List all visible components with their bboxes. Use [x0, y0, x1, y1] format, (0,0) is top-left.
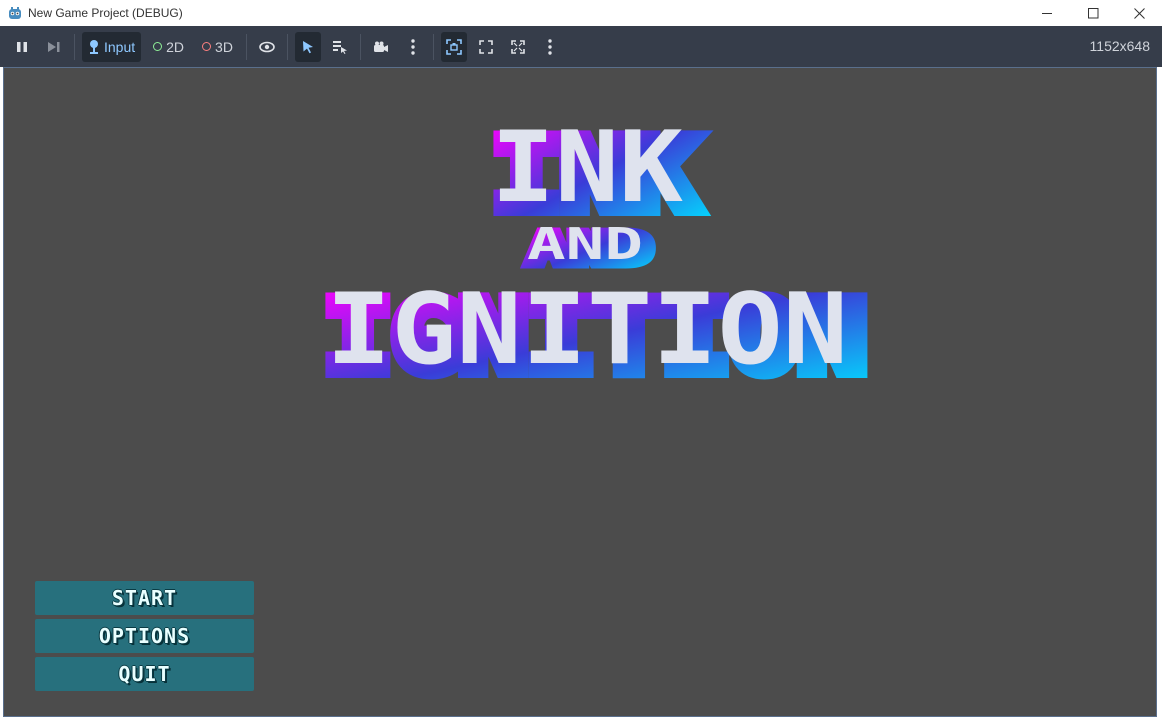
embed-game-button[interactable] [440, 31, 467, 62]
logo-line-ink: INK [491, 111, 683, 225]
keep-aspect-button[interactable] [505, 32, 531, 62]
window-title: New Game Project (DEBUG) [28, 6, 183, 20]
godot-app-icon [9, 7, 21, 19]
game-viewport-frame: INK INK AND AND IGNITION IGNITION START … [3, 67, 1157, 717]
pause-button[interactable] [9, 32, 35, 62]
input-mode-label: Input [104, 38, 136, 55]
mode-3d-label: 3D [215, 38, 233, 55]
cursor-arrow-icon [302, 40, 313, 53]
game-resolution-label: 1152x648 [1089, 38, 1150, 54]
joystick-icon [90, 39, 98, 54]
game-title-logo: INK INK AND AND IGNITION IGNITION [5, 69, 1155, 399]
list-select-icon [332, 40, 347, 54]
minimize-button[interactable] [1024, 0, 1070, 26]
close-button[interactable] [1116, 0, 1162, 26]
visibility-button[interactable] [254, 32, 280, 62]
logo-line-ignition: IGNITION [326, 273, 848, 387]
quit-button[interactable]: QUIT [35, 657, 254, 691]
pause-icon [17, 41, 27, 52]
aspect-ratio-icon [511, 39, 525, 54]
2d-node-icon [153, 42, 163, 51]
mode-2d-label: 2D [166, 38, 185, 55]
options-button[interactable]: OPTIONS [35, 619, 254, 653]
fullscreen-button[interactable] [473, 32, 499, 62]
toolbar-separator [359, 33, 361, 60]
mode-2d-button[interactable]: 2D [147, 32, 190, 62]
toolbar-separator [245, 33, 247, 60]
embed-window-icon [446, 38, 462, 55]
embed-options-menu-button[interactable] [537, 32, 563, 62]
game-viewport[interactable]: INK INK AND AND IGNITION IGNITION START … [5, 69, 1155, 715]
window-titlebar: New Game Project (DEBUG) [0, 0, 1162, 26]
minimize-icon [1041, 12, 1052, 14]
maximize-button[interactable] [1070, 0, 1116, 26]
select-mode-button[interactable] [294, 31, 321, 62]
logo-line-and: AND [527, 219, 643, 270]
input-mode-button[interactable]: Input [82, 31, 142, 62]
start-button[interactable]: START [35, 581, 254, 615]
3d-node-icon [202, 42, 212, 51]
camera-options-menu-button[interactable] [400, 32, 426, 62]
close-icon [1133, 7, 1145, 19]
game-debug-toolbar: Input 2D 3D 1152x648 [0, 26, 1162, 67]
expand-icon [479, 39, 493, 54]
toolbar-separator [74, 33, 75, 60]
kebab-menu-icon [548, 38, 552, 55]
main-menu: START OPTIONS QUIT [35, 581, 254, 695]
eye-icon [259, 41, 275, 52]
camera-icon [373, 41, 388, 52]
kebab-menu-icon [411, 38, 415, 55]
list-select-button[interactable] [327, 32, 353, 62]
camera-button[interactable] [368, 32, 394, 62]
mode-3d-button[interactable]: 3D [196, 32, 239, 62]
step-forward-icon [48, 41, 60, 52]
next-frame-button[interactable] [41, 32, 67, 62]
toolbar-separator [286, 33, 288, 60]
toolbar-separator [432, 33, 434, 60]
maximize-icon [1087, 7, 1098, 18]
